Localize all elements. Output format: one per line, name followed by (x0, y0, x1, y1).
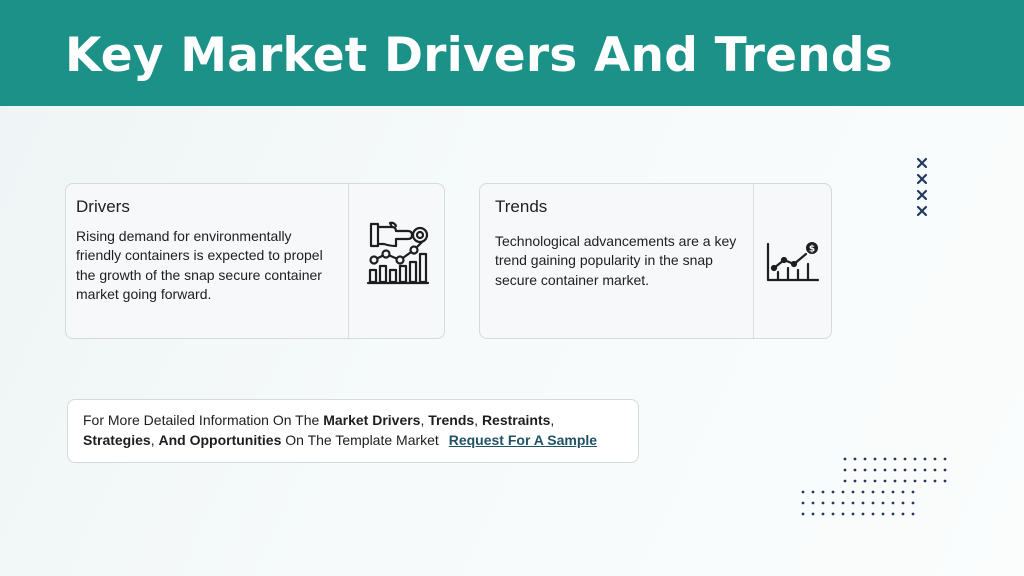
trends-card: Trends Technological advancements are a … (479, 183, 832, 339)
cta-bold-strategies: Strategies (83, 432, 151, 448)
cta-bold-opportunities: And Opportunities (158, 432, 282, 448)
cross-marks-icon (914, 156, 930, 223)
growth-chart-icon: $ (764, 240, 820, 289)
cta-line-2: Strategies, And Opportunities On The Tem… (83, 432, 597, 448)
cta-bold-restraints: Restraints (481, 412, 551, 428)
trends-heading: Trends (495, 197, 548, 216)
cta-separator: , (474, 412, 482, 428)
drivers-divider (348, 184, 349, 338)
trends-divider (753, 184, 754, 338)
cta-separator: , (550, 412, 555, 428)
cta-bold-market-drivers: Market Drivers (323, 412, 421, 428)
cta-bold-trends: Trends (428, 412, 475, 428)
hand-chart-icon (366, 220, 430, 291)
dot-grid-icon (795, 455, 955, 524)
cta-text: For More Detailed Information On The (83, 412, 324, 428)
header-banner: Key Market Drivers And Trends (0, 0, 1024, 106)
cta-line-1: For More Detailed Information On The Mar… (83, 412, 554, 428)
drivers-text: Rising demand for environmentally friend… (76, 228, 323, 302)
cta-text: On The Template Market (281, 432, 443, 448)
request-sample-link[interactable]: Request For A Sample (449, 432, 597, 448)
drivers-card: Drivers Rising demand for environmentall… (65, 183, 445, 339)
page-title: Key Market Drivers And Trends (65, 28, 893, 83)
drivers-heading: Drivers (76, 197, 130, 216)
trends-text: Technological advancements are a key tre… (495, 233, 737, 288)
svg-text:$: $ (809, 245, 815, 255)
cta-box: For More Detailed Information On The Mar… (67, 399, 639, 463)
